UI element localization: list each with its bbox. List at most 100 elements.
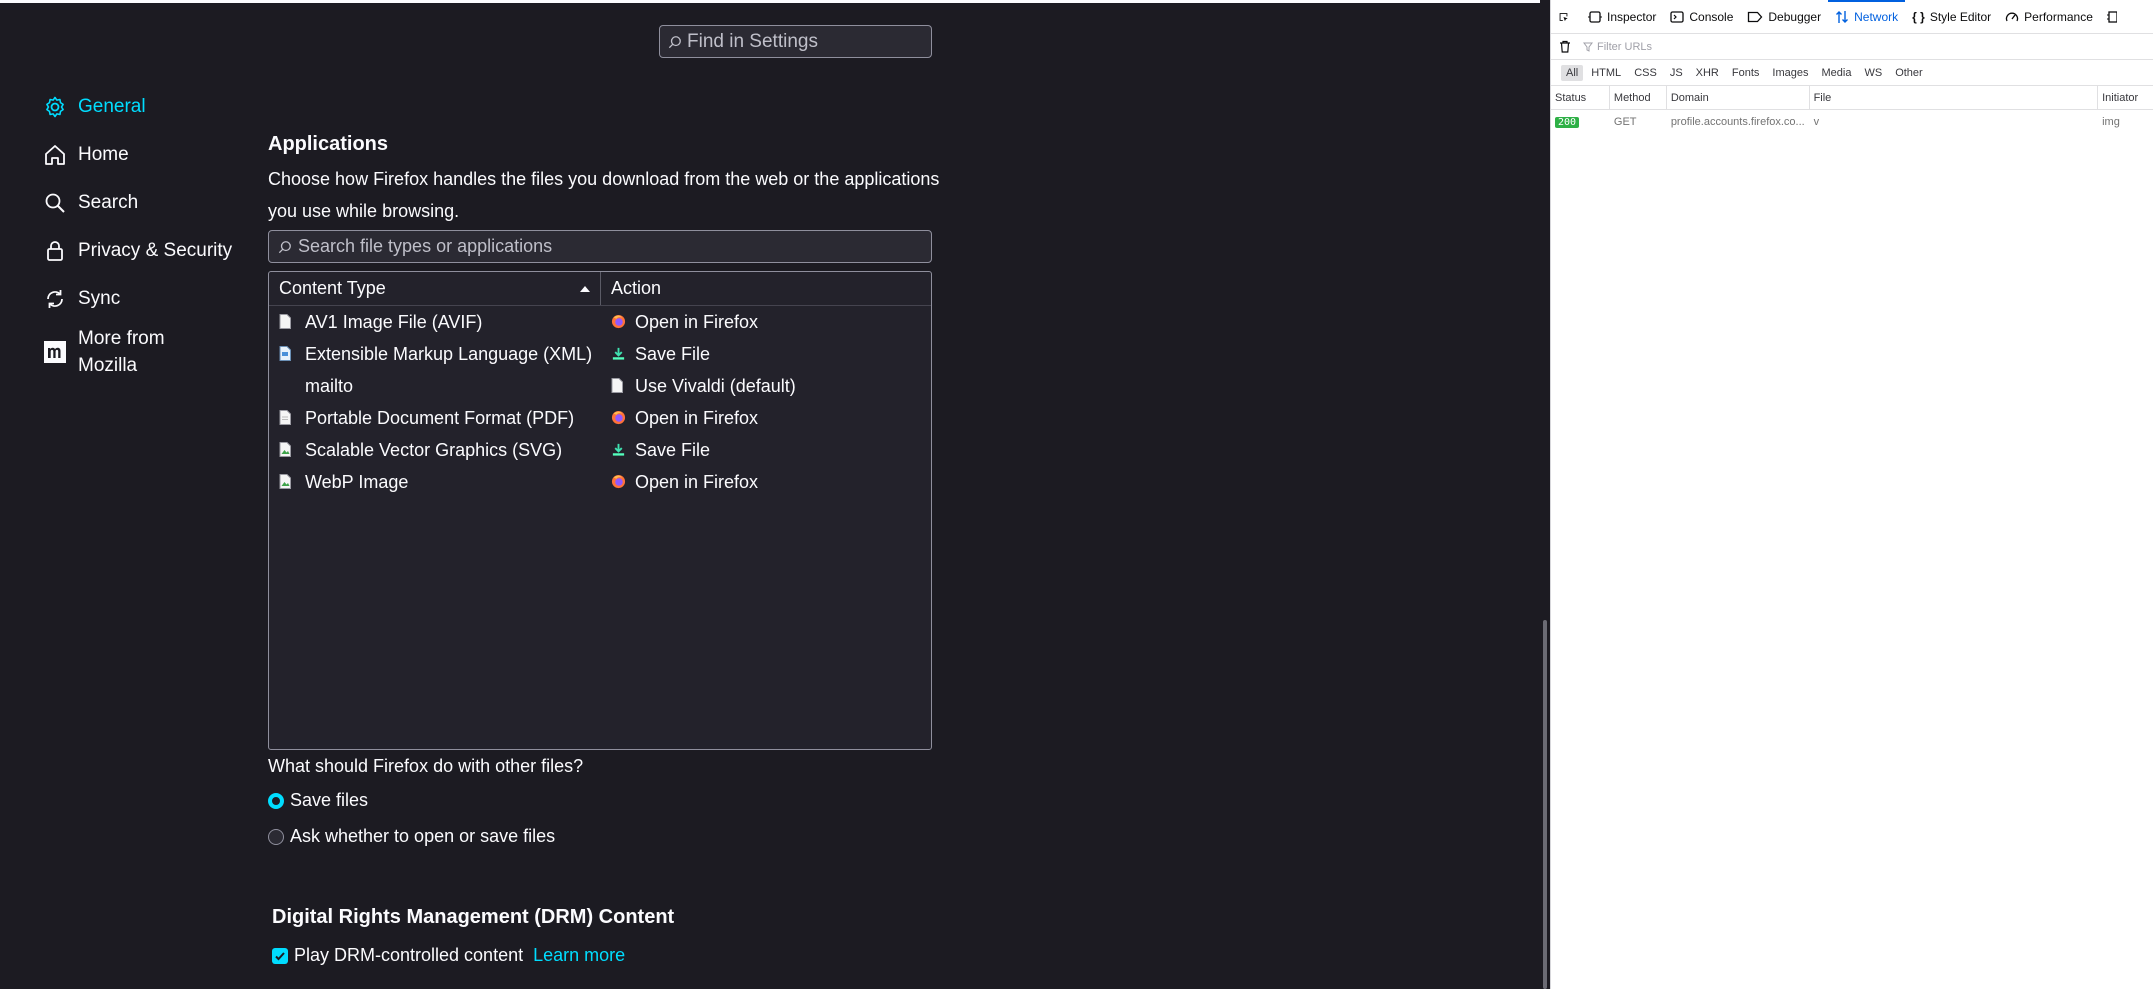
applications-table: Content Type Action AV1 Image File (AVIF… [268, 271, 932, 750]
request-domain: profile.accounts.firefox.co... [1670, 116, 1805, 128]
find-in-settings-input[interactable]: Find in Settings [659, 25, 932, 58]
request-row[interactable]: 200 GET profile.accounts.firefox.co... v… [1551, 110, 2153, 134]
tab-style-editor[interactable]: { } Style Editor [1905, 0, 1998, 33]
memory-icon [2106, 10, 2117, 23]
search-icon [278, 240, 291, 253]
request-method: GET [1613, 116, 1637, 128]
sidebar-item-label: Sync [78, 288, 121, 309]
sidebar-item-label: Home [78, 144, 129, 165]
console-icon [1670, 10, 1685, 23]
tab-inspector[interactable]: Inspector [1581, 0, 1663, 33]
sidebar-item-label: Privacy & Security [78, 240, 233, 261]
sidebar-item-more-from-mozilla[interactable]: More from Mozilla [42, 323, 242, 381]
page-scrollbar[interactable] [1540, 0, 1550, 989]
radio-selected[interactable] [268, 792, 284, 809]
debugger-icon [1748, 11, 1763, 22]
overflow-tools-button[interactable] [2100, 0, 2129, 33]
column-header-status[interactable]: Status [1551, 86, 1610, 109]
search-file-types-input[interactable]: Search file types or applications [268, 230, 932, 263]
home-icon [42, 142, 68, 168]
sync-icon [42, 286, 68, 312]
sort-ascending-icon [580, 285, 590, 292]
column-header-method[interactable]: Method [1610, 86, 1667, 109]
column-header-content-type[interactable]: Content Type [269, 272, 601, 305]
radio-unselected[interactable] [268, 828, 284, 845]
column-header-domain[interactable]: Domain [1667, 86, 1810, 109]
inspector-icon [1588, 10, 1602, 23]
firefox-icon [611, 410, 627, 426]
requests-table-header: Status Method Domain File Initiator [1551, 86, 2153, 110]
pdf-file-icon [279, 410, 293, 426]
column-header-label: Action [611, 278, 662, 298]
document-icon [279, 314, 293, 330]
filter-urls-input[interactable]: Filter URLs [1597, 41, 1652, 53]
gear-icon [42, 94, 68, 120]
scrollbar-thumb[interactable] [1543, 620, 1547, 989]
content-type-label: AV1 Image File (AVIF) [305, 311, 483, 332]
tab-label: Style Editor [1929, 9, 1992, 24]
content-type-label: WebP Image [305, 471, 409, 492]
type-filter-html[interactable]: HTML [1586, 65, 1626, 81]
action-label: Open in Firefox [635, 407, 759, 428]
firefox-icon [611, 314, 627, 330]
table-row[interactable]: WebP Image Open in Firefox [269, 466, 931, 498]
save-files-radio[interactable]: Save files [268, 790, 368, 811]
sidebar-item-label: More from Mozilla [78, 328, 165, 376]
column-header-initiator[interactable]: Initiator [2098, 86, 2153, 109]
settings-page: Find in Settings General Home Search Pri… [0, 0, 1540, 989]
network-filter-bar: Filter URLs [1551, 34, 2153, 60]
type-filter-all[interactable]: All [1561, 64, 1584, 81]
type-filter-media[interactable]: Media [1816, 65, 1856, 81]
type-filter-ws[interactable]: WS [1859, 65, 1887, 81]
sidebar-item-home[interactable]: Home [42, 131, 242, 179]
type-filter-js[interactable]: JS [1665, 65, 1688, 81]
settings-sidebar: General Home Search Privacy & Security S… [42, 83, 242, 381]
trash-icon[interactable] [1559, 40, 1571, 53]
tab-network[interactable]: Network [1828, 0, 1906, 33]
type-filter-xhr[interactable]: XHR [1691, 65, 1724, 81]
lock-icon [42, 238, 68, 264]
type-filter-css[interactable]: CSS [1629, 65, 1662, 81]
table-row[interactable]: Portable Document Format (PDF) Open in F… [269, 402, 931, 434]
element-picker-button[interactable] [1551, 0, 1581, 33]
column-header-label: Content Type [279, 278, 386, 298]
table-row[interactable]: AV1 Image File (AVIF) Open in Firefox [269, 306, 931, 338]
search-icon [668, 35, 681, 48]
sidebar-item-privacy-security[interactable]: Privacy & Security [42, 227, 242, 275]
sidebar-item-sync[interactable]: Sync [42, 275, 242, 323]
other-files-question: What should Firefox do with other files? [268, 756, 584, 776]
sidebar-item-label: Search [78, 192, 139, 213]
ask-open-save-radio[interactable]: Ask whether to open or save files [268, 826, 555, 847]
download-icon [611, 346, 627, 362]
filter-icon [1583, 42, 1593, 52]
table-row[interactable]: Scalable Vector Graphics (SVG) Save File [269, 434, 931, 466]
download-icon [611, 442, 627, 458]
tab-debugger[interactable]: Debugger [1740, 0, 1828, 33]
learn-more-link[interactable]: Learn more [533, 945, 625, 966]
table-row[interactable]: mailto Use Vivaldi (default) [269, 370, 931, 402]
search-file-types-placeholder: Search file types or applications [298, 236, 553, 256]
column-header-action[interactable]: Action [601, 272, 661, 305]
type-filter-images[interactable]: Images [1767, 65, 1813, 81]
tab-performance[interactable]: Performance [1998, 0, 2100, 33]
xml-file-icon [279, 346, 293, 362]
action-label: Open in Firefox [635, 471, 759, 492]
tab-label: Network [1854, 9, 1899, 24]
sidebar-item-general[interactable]: General [42, 83, 242, 131]
table-row[interactable]: Extensible Markup Language (XML) Save Fi… [269, 338, 931, 370]
drm-heading: Digital Rights Management (DRM) Content [272, 906, 675, 928]
save-files-label: Save files [290, 790, 369, 810]
type-filter-fonts[interactable]: Fonts [1727, 65, 1765, 81]
tab-label: Debugger [1768, 9, 1822, 24]
action-label: Use Vivaldi (default) [635, 375, 796, 396]
devtools-panel: Inspector Console Debugger Network { } S… [1550, 0, 2153, 989]
devtools-toolbar: Inspector Console Debugger Network { } S… [1551, 0, 2153, 34]
sidebar-item-search[interactable]: Search [42, 179, 242, 227]
column-header-file[interactable]: File [1810, 86, 2099, 109]
checkmark-icon [275, 951, 285, 960]
type-filter-other[interactable]: Other [1890, 65, 1928, 81]
request-file: v [1813, 116, 1820, 128]
content-type-label: mailto [305, 375, 354, 396]
tab-console[interactable]: Console [1663, 0, 1740, 33]
drm-checkbox[interactable] [272, 947, 288, 964]
